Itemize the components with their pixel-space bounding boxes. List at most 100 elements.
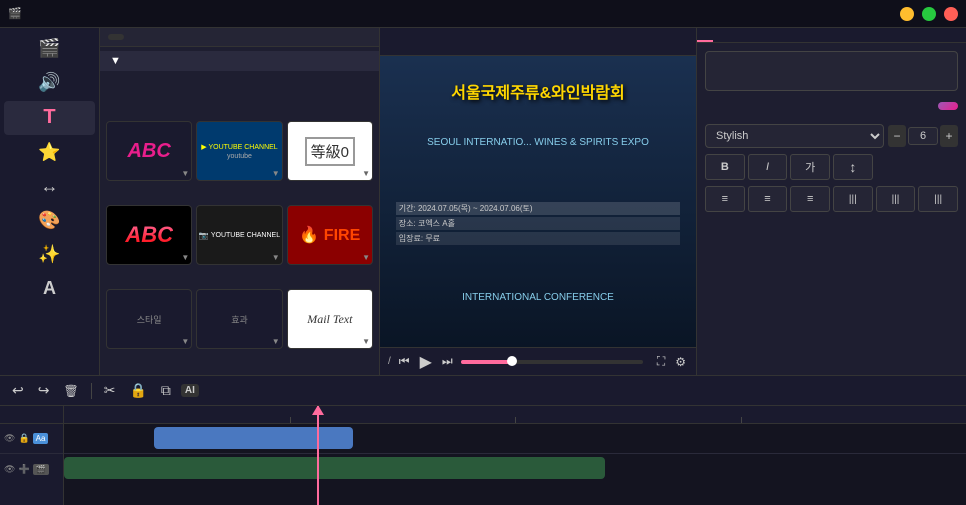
sidebar-item-effect[interactable]: ✨ xyxy=(4,239,95,271)
font-size-control: − + xyxy=(888,125,958,147)
korean-style-button[interactable]: 가 xyxy=(790,154,830,180)
track-add-button[interactable]: ➕ xyxy=(18,464,29,475)
track-labels: 👁 🔒 Aa 👁 ➕ 🎬 xyxy=(0,406,64,505)
text-input[interactable] xyxy=(705,51,958,91)
tab-text[interactable] xyxy=(697,28,713,42)
redo-button[interactable]: ↪ xyxy=(34,380,54,401)
column-3-button[interactable]: ||| xyxy=(918,186,958,212)
template-item[interactable]: 🔥 FIRE ▼ xyxy=(287,205,373,265)
track-eye-button-2[interactable]: 👁 xyxy=(4,464,15,475)
category-basic-text[interactable] xyxy=(100,71,379,79)
font-size-increase[interactable]: + xyxy=(940,125,958,147)
cut-button[interactable]: ✂ xyxy=(100,380,120,401)
progress-thumb xyxy=(507,356,517,366)
template-item[interactable]: 효과 ▼ xyxy=(196,289,282,349)
category-yellow[interactable] xyxy=(100,95,379,103)
video-track-label: 👁 ➕ 🎬 xyxy=(0,454,63,484)
font-size-input[interactable] xyxy=(908,127,938,145)
font-select[interactable]: Stylish xyxy=(705,124,884,148)
template-item[interactable]: ▶ YOUTUBE CHANNEL youtube ▼ xyxy=(196,121,282,181)
align-right-button[interactable]: ≡ xyxy=(790,186,830,212)
bold-button[interactable]: B xyxy=(705,154,745,180)
undo-button[interactable]: ↩ xyxy=(8,380,28,401)
app-logo-icon: 🎬 xyxy=(8,7,22,20)
video-track xyxy=(64,454,966,484)
template-grid: ABC ▼ ▶ YOUTUBE CHANNEL youtube ▼ 等級0 ▼ … xyxy=(100,115,379,375)
template-item[interactable]: Mail Text ▼ xyxy=(287,289,373,349)
ai-enhance-button[interactable]: AI xyxy=(181,384,199,397)
category-basic[interactable] xyxy=(100,87,379,95)
column-1-button[interactable]: ||| xyxy=(833,186,873,212)
category-trend[interactable] xyxy=(100,79,379,87)
favorites-button[interactable] xyxy=(108,34,124,40)
sidebar-item-transition[interactable]: ↔ xyxy=(4,171,95,203)
sidebar-item-text[interactable]: T xyxy=(4,101,95,135)
sticker-icon: ⭐ xyxy=(38,143,60,161)
progress-bar[interactable] xyxy=(461,360,643,364)
preview-area: 서울국제주류&와인박람회 SEOUL INTERNATIO... WINES &… xyxy=(380,28,696,375)
download-arrow-icon: ▼ xyxy=(181,337,189,346)
format-buttons: B I 가 ↕ xyxy=(705,154,958,180)
right-tabs xyxy=(697,28,966,43)
track-eye-button[interactable]: 👁 xyxy=(4,433,15,444)
text-templates-panel: ▼ ABC ▼ ▶ YOUTUBE CHANNEL youtube ▼ 等級0 xyxy=(100,28,380,375)
italic-button[interactable]: I xyxy=(748,154,788,180)
sidebar-item-media[interactable]: 🎬 xyxy=(4,33,95,65)
maximize-button[interactable] xyxy=(922,7,936,21)
empty-space xyxy=(876,154,958,180)
text-icon: T xyxy=(43,107,55,127)
content-header xyxy=(100,28,379,47)
font-controls: Stylish − + xyxy=(705,124,958,148)
template-item[interactable]: ABC ▼ xyxy=(106,121,192,181)
line-spacing-button[interactable]: ↕ xyxy=(833,154,873,180)
template-item[interactable]: ABC ▼ xyxy=(106,205,192,265)
left-sidebar: 🎬 🔊 T ⭐ ↔ 🎨 ✨ A xyxy=(0,28,100,375)
title-bar: 🎬 xyxy=(0,0,966,28)
right-panel: Stylish − + B I 가 ↕ ≡ ≡ ≡ | xyxy=(696,28,966,375)
tab-animation[interactable] xyxy=(713,28,729,42)
preview-controls: / ⏮ ▶ ⏭ ⛶ ⚙ xyxy=(380,347,696,375)
video-track-block[interactable] xyxy=(64,457,605,479)
text-track-block[interactable] xyxy=(154,427,352,449)
download-arrow-icon: ▼ xyxy=(181,253,189,262)
track-lock-button[interactable]: 🔒 xyxy=(18,433,29,444)
lock-button[interactable]: 🔒 xyxy=(125,380,150,401)
sidebar-item-sticker[interactable]: ⭐ xyxy=(4,137,95,169)
progress-fill xyxy=(461,360,512,364)
window-controls xyxy=(900,7,958,21)
template-item[interactable]: 📷 YOUTUBE CHANNEL ▼ xyxy=(196,205,282,265)
right-content: Stylish − + B I 가 ↕ ≡ ≡ ≡ | xyxy=(697,43,966,375)
toolbar-separator xyxy=(91,383,92,399)
timeline-toolbar: ↩ ↪ 🗑 ✂ 🔒 ⧉ AI xyxy=(0,376,966,406)
download-arrow-icon: ▼ xyxy=(362,169,370,178)
sidebar-item-filter[interactable]: 🎨 xyxy=(4,205,95,237)
delete-button[interactable]: 🗑 xyxy=(59,382,82,400)
template-item[interactable]: 等級0 ▼ xyxy=(287,121,373,181)
template-item[interactable]: 스타일 ▼ xyxy=(106,289,192,349)
minimize-button[interactable] xyxy=(900,7,914,21)
app-logo: 🎬 xyxy=(8,7,26,20)
next-frame-button[interactable]: ⏭ xyxy=(440,352,455,371)
tab-tts[interactable] xyxy=(729,28,745,42)
category-shiny[interactable] xyxy=(100,103,379,111)
play-button[interactable]: ▶ xyxy=(418,350,434,374)
column-2-button[interactable]: ||| xyxy=(876,186,916,212)
copy-button[interactable]: ⧉ xyxy=(157,380,175,401)
preview-video[interactable]: 서울국제주류&와인박람회 SEOUL INTERNATIO... WINES &… xyxy=(380,56,696,347)
align-center-button[interactable]: ≡ xyxy=(748,186,788,212)
filter-icon: 🎨 xyxy=(38,211,60,229)
ruler-tick-1 xyxy=(290,417,291,423)
ruler-tick-3 xyxy=(741,417,742,423)
transition-icon: ↔ xyxy=(41,177,59,195)
sidebar-item-subtitle[interactable]: A xyxy=(4,273,95,305)
ai-copy-button[interactable] xyxy=(938,102,958,110)
category-text-section[interactable]: ▼ xyxy=(100,51,379,71)
video-table-area: 기간: 2024.07.05(목) ~ 2024.07.06(토) 장소: 코엑… xyxy=(396,202,680,245)
close-button[interactable] xyxy=(944,7,958,21)
font-size-decrease[interactable]: − xyxy=(888,125,906,147)
sidebar-item-audio[interactable]: 🔊 xyxy=(4,67,95,99)
fullscreen-button[interactable]: ⛶ xyxy=(655,352,667,371)
settings-button[interactable]: ⚙ xyxy=(673,353,688,371)
prev-frame-button[interactable]: ⏮ xyxy=(397,352,412,371)
align-left-button[interactable]: ≡ xyxy=(705,186,745,212)
